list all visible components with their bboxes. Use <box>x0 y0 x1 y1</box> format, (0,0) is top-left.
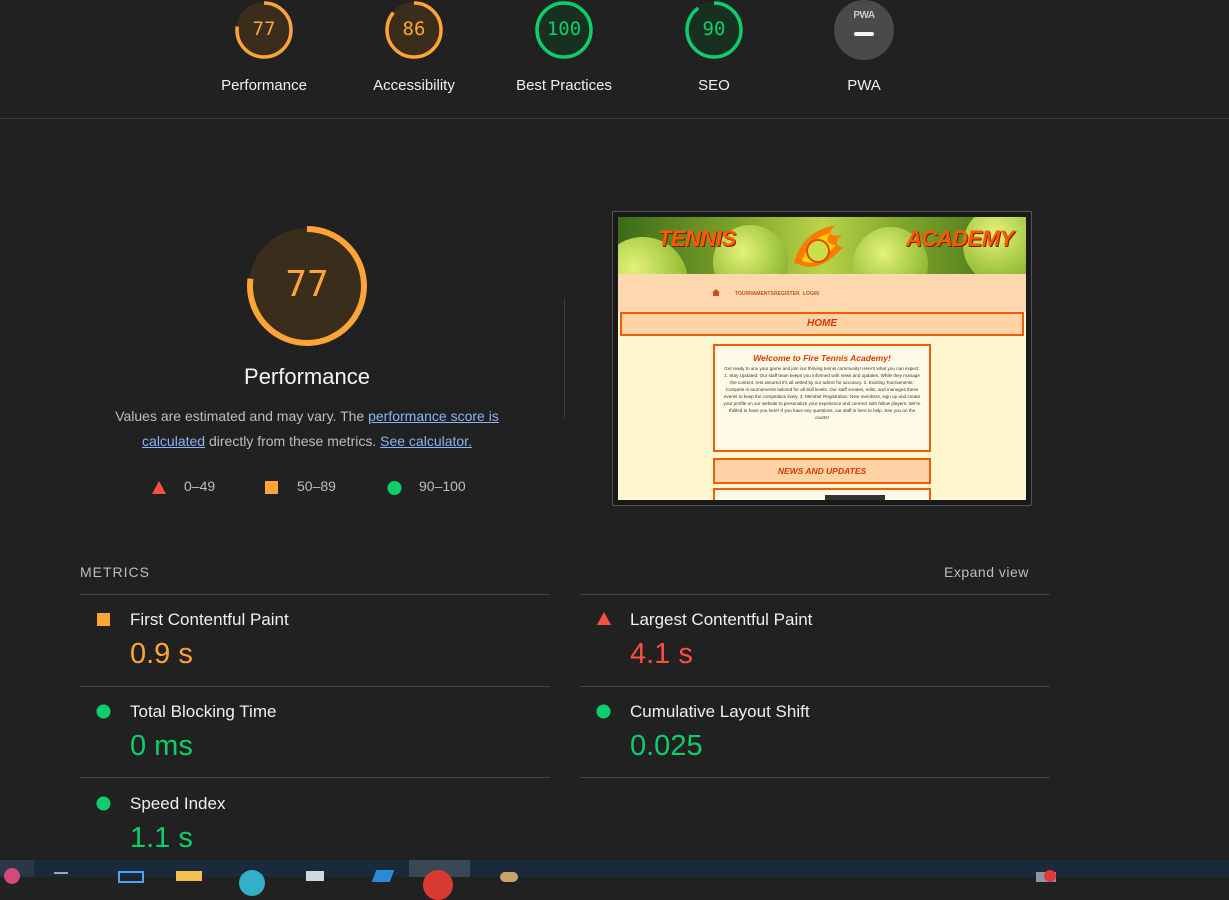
search-icon[interactable] <box>52 860 82 877</box>
file-icon[interactable] <box>298 860 332 881</box>
divider <box>80 777 550 778</box>
circle-icon <box>96 704 111 719</box>
site-welcome-title: Welcome to Fire Tennis Academy! <box>753 353 891 363</box>
pwa-dash <box>854 32 874 36</box>
site-brand-left: TENNIS <box>658 226 736 251</box>
see-calculator-link[interactable]: See calculator. <box>380 433 472 449</box>
legend-range: 90–100 <box>419 478 466 494</box>
metric-value: 0.025 <box>630 730 703 762</box>
metric-name: Speed Index <box>130 794 226 813</box>
notification-icon[interactable] <box>1030 860 1064 882</box>
performance-score: 77 <box>285 264 329 305</box>
score-value: 100 <box>546 18 582 40</box>
square-icon <box>97 613 110 626</box>
pwa-badge-icon: PWA <box>834 0 894 60</box>
score-label: Performance <box>221 77 307 94</box>
site-welcome-card: Welcome to Fire Tennis Academy! Get read… <box>713 344 931 452</box>
metric-name: First Contentful Paint <box>130 610 289 629</box>
metric-largest-contentful-paint: Largest Contentful Paint 4.1 s <box>580 595 1050 687</box>
circle-icon <box>596 704 611 719</box>
square-icon <box>265 481 278 494</box>
performance-description: Values are estimated and may vary. The p… <box>92 404 522 454</box>
desc-mid: directly from these metrics. <box>205 433 381 449</box>
divider <box>564 298 565 418</box>
metric-speed-index: Speed Index 1.1 s <box>80 779 550 859</box>
score-label: SEO <box>698 77 730 94</box>
legend-range: 50–89 <box>297 478 336 494</box>
metric-value: 1.1 s <box>130 822 193 854</box>
category-score-bar: 77 Performance 86 Accessibility 100 Best… <box>0 0 1229 119</box>
score-label: Best Practices <box>516 77 612 94</box>
home-icon <box>712 289 720 296</box>
site-nav <box>618 274 1026 312</box>
metric-value: 4.1 s <box>630 638 693 670</box>
legend-range: 0–49 <box>184 478 216 494</box>
score-value: 77 <box>252 18 276 40</box>
expand-view-toggle[interactable]: Expand view <box>944 564 1029 580</box>
site-news-image <box>825 495 885 500</box>
site-home-title: HOME <box>807 318 837 329</box>
metric-total-blocking-time: Total Blocking Time 0 ms <box>80 687 550 779</box>
metric-name: Largest Contentful Paint <box>630 610 813 629</box>
site-welcome-body: Get ready to ace your game and join our … <box>723 366 921 420</box>
metric-value: 0 ms <box>130 730 193 762</box>
metric-name: Cumulative Layout Shift <box>630 702 810 721</box>
folder-icon[interactable] <box>172 860 206 881</box>
pwa-badge-text: PWA <box>853 10 875 21</box>
circle-icon <box>96 796 111 811</box>
site-news-title: NEWS AND UPDATES <box>777 466 867 476</box>
site-news-card <box>713 488 931 500</box>
triangle-icon <box>152 481 166 494</box>
site-news-header: NEWS AND UPDATES <box>713 458 931 484</box>
task-view-icon[interactable] <box>112 860 146 883</box>
paint-icon[interactable] <box>492 860 526 882</box>
app-icon[interactable] <box>0 860 34 884</box>
score-value: 86 <box>402 18 426 40</box>
score-value: 90 <box>702 18 726 40</box>
chrome-icon[interactable] <box>409 860 470 900</box>
os-taskbar <box>0 860 1229 900</box>
metric-cumulative-layout-shift: Cumulative Layout Shift 0.025 <box>580 687 1050 779</box>
site-nav-item: REGISTER <box>774 291 800 297</box>
score-label: Accessibility <box>373 77 455 94</box>
final-screenshot: TENNIS ACADEMY TOURNAMENTS REGISTER LOGI… <box>618 217 1026 500</box>
fire-ball-logo-icon <box>794 225 844 267</box>
metrics-heading: METRICS <box>80 564 150 580</box>
triangle-icon <box>597 612 611 625</box>
metric-value: 0.9 s <box>130 638 193 670</box>
site-nav-item: TOURNAMENTS <box>735 291 774 297</box>
divider <box>580 777 1050 778</box>
desc-prefix: Values are estimated and may vary. The <box>115 408 369 424</box>
site-banner: TENNIS ACADEMY <box>618 217 1026 274</box>
score-label: PWA <box>847 77 881 94</box>
circle-icon <box>387 481 402 495</box>
site-brand-right: ACADEMY <box>906 226 1014 251</box>
site-home-header: HOME <box>620 312 1024 336</box>
site-nav-item: LOGIN <box>803 291 819 297</box>
edge-icon[interactable] <box>236 860 270 896</box>
performance-title: Performance <box>244 364 370 389</box>
vscode-icon[interactable] <box>366 860 400 882</box>
metric-name: Total Blocking Time <box>130 702 277 721</box>
metric-first-contentful-paint: First Contentful Paint 0.9 s <box>80 595 550 687</box>
